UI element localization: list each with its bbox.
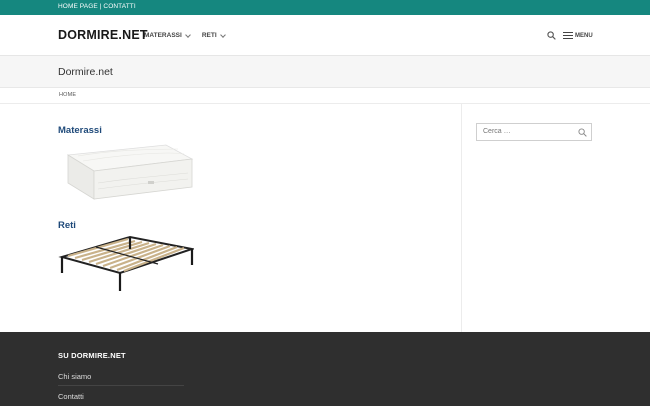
slatted-bed-base-image[interactable] [58, 231, 194, 301]
search-icon[interactable] [547, 31, 556, 40]
menu-label: MENU [575, 32, 593, 39]
top-links: HOME PAGE | CONTATTI [58, 3, 136, 10]
category-title-reti[interactable]: Reti [58, 220, 76, 231]
home-page-link[interactable]: HOME PAGE [58, 3, 98, 10]
site-header: DORMIRE.NET MATERASSI RETI MENU [0, 15, 650, 56]
nav-item-label: RETI [201, 32, 217, 39]
page-title: Dormire.net [58, 66, 113, 78]
mattress-image[interactable] [58, 137, 194, 207]
category-title-materassi[interactable]: Materassi [58, 125, 102, 136]
nav-item-label: MATERASSI [144, 32, 182, 39]
sidebar-search [476, 123, 592, 141]
breadcrumb-home[interactable]: HOME [59, 92, 76, 98]
main-content: Materassi Reti [0, 104, 650, 332]
footer-link-chi-siamo[interactable]: Chi siamo [58, 372, 91, 381]
nav-item-materassi[interactable]: MATERASSI [144, 31, 191, 39]
top-links-separator: | [99, 3, 102, 10]
breadcrumb: HOME [0, 88, 650, 104]
menu-button[interactable]: MENU [563, 32, 593, 39]
chevron-down-icon [184, 31, 191, 38]
search-input[interactable] [483, 128, 573, 135]
site-footer: SU DORMIRE.NET Chi siamo Contatti [0, 332, 650, 406]
sidebar-divider [461, 104, 462, 332]
footer-heading: SU DORMIRE.NET [58, 351, 126, 360]
search-icon[interactable] [578, 128, 587, 137]
main-nav: MATERASSI RETI [144, 31, 226, 39]
site-logo[interactable]: DORMIRE.NET [58, 28, 148, 42]
top-bar: HOME PAGE | CONTATTI [0, 0, 650, 15]
page-title-bar: Dormire.net [0, 56, 650, 88]
nav-item-reti[interactable]: RETI [201, 31, 226, 39]
hamburger-icon [563, 32, 573, 39]
chevron-down-icon [219, 31, 226, 38]
contacts-link[interactable]: CONTATTI [103, 3, 135, 10]
footer-divider [58, 385, 184, 386]
footer-link-contatti[interactable]: Contatti [58, 392, 84, 401]
